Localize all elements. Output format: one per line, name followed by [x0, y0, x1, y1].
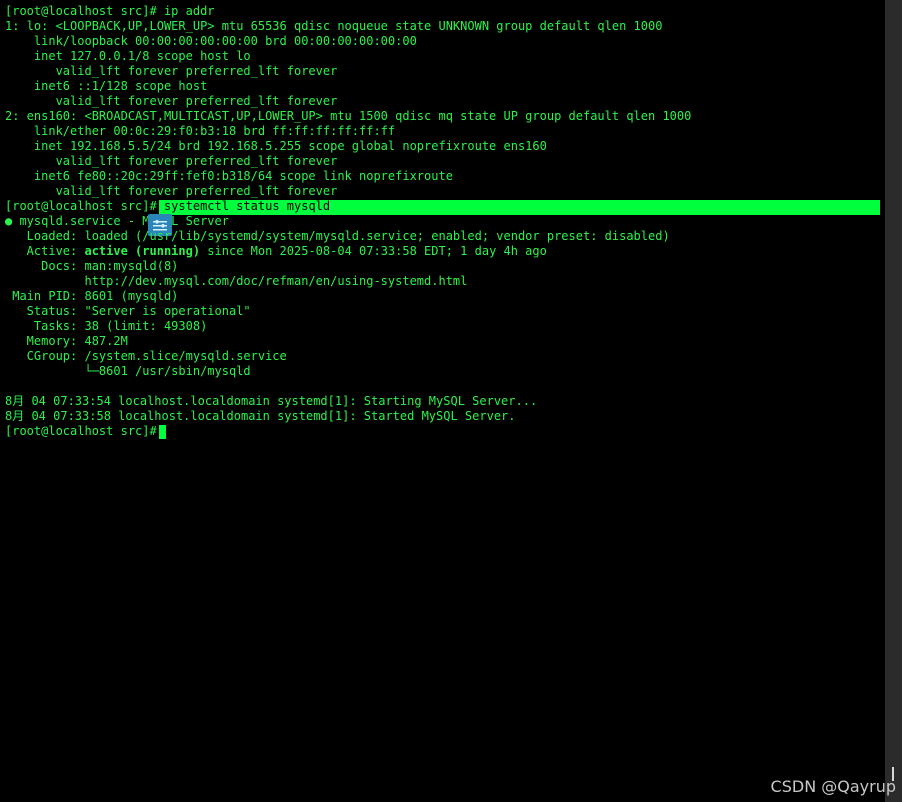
terminal-line: inet 127.0.0.1/8 scope host lo — [5, 49, 251, 63]
terminal-line: 1: lo: <LOOPBACK,UP,LOWER_UP> mtu 65536 … — [5, 19, 663, 33]
terminal-line: inet6 ::1/128 scope host — [5, 79, 208, 93]
terminal-line: valid_lft forever preferred_lft forever — [5, 154, 338, 168]
command-line: [root@localhost src]# systemctl status m… — [5, 199, 330, 214]
tasks-line: Tasks: 38 (limit: 49308) — [5, 319, 208, 333]
log-line: 8月 04 07:33:58 localhost.localdomain sys… — [5, 409, 516, 423]
active-since: since Mon 2025-08-04 07:33:58 EDT; 1 day… — [200, 244, 547, 258]
terminal-line: [root@localhost src]# ip addr — [5, 4, 215, 18]
docs-line: Docs: man:mysqld(8) — [5, 259, 179, 273]
selected-command[interactable]: systemctl status mysqld — [164, 199, 330, 213]
cgroup-line: CGroup: /system.slice/mysqld.service — [5, 349, 287, 363]
active-label: Active: — [5, 244, 85, 258]
terminal-line: valid_lft forever preferred_lft forever — [5, 184, 338, 198]
watermark: CSDN @Qayrup — [770, 777, 896, 796]
cgroup-child-line: └─8601 /usr/sbin/mysqld — [5, 364, 251, 378]
active-line: Active: active (running) since Mon 2025-… — [5, 244, 547, 259]
terminal-line: inet6 fe80::20c:29ff:fef0:b318/64 scope … — [5, 169, 453, 183]
main-pid-line: Main PID: 8601 (mysqld) — [5, 289, 179, 303]
docs-url-line[interactable]: http://dev.mysql.com/doc/refman/en/using… — [5, 274, 467, 289]
status-line: Status: "Server is operational" — [5, 304, 251, 318]
memory-line: Memory: 487.2M — [5, 334, 128, 348]
terminal-line: valid_lft forever preferred_lft forever — [5, 94, 338, 108]
text-cursor — [159, 425, 166, 439]
active-state: active (running) — [84, 244, 201, 258]
service-title-line: ● mysqld.service - MySQL Server — [5, 214, 229, 228]
terminal-line: link/loopback 00:00:00:00:00:00 brd 00:0… — [5, 34, 417, 48]
log-line: 8月 04 07:33:54 localhost.localdomain sys… — [5, 394, 538, 408]
terminal-line: inet 192.168.5.5/24 brd 192.168.5.255 sc… — [5, 139, 547, 153]
terminal-line: valid_lft forever preferred_lft forever — [5, 64, 338, 78]
loaded-line: Loaded: loaded (/usr/lib/systemd/system/… — [5, 229, 670, 243]
terminal-line: 2: ens160: <BROADCAST,MULTICAST,UP,LOWER… — [5, 109, 692, 123]
terminal-window[interactable]: [root@localhost src]# ip addr 1: lo: <LO… — [0, 0, 885, 802]
terminal-line: link/ether 00:0c:29:f0:b3:18 brd ff:ff:f… — [5, 124, 396, 138]
vertical-scrollbar[interactable] — [885, 0, 902, 802]
final-prompt: [root@localhost src]# — [5, 424, 164, 438]
shell-prompt: [root@localhost src]# — [5, 199, 164, 213]
